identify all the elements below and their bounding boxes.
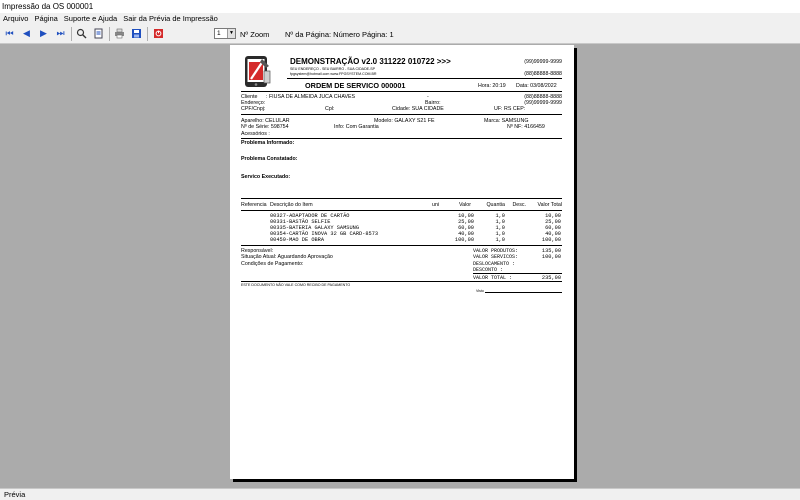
company-phone-2: (88)88888-8888 [524, 71, 562, 77]
company-phone-1: (99)99999-9999 [524, 59, 562, 65]
modelo-value: Modelo: GALAXY S21 FE [374, 118, 435, 124]
item-desc: 00459-MAO DE OBRA [270, 237, 325, 243]
prev-page-icon[interactable]: ◀ [20, 27, 33, 40]
info-value: Info: Com Garantia [334, 124, 379, 130]
cpl-label: Cpl: [325, 106, 335, 112]
problema-informado-label: Problema Informado: [241, 140, 295, 146]
divider [241, 245, 562, 246]
status-bar: Prévia [0, 488, 800, 500]
printer-icon[interactable] [113, 27, 126, 40]
menu-bar: Arquivo Página Suporte e Ajuda Sair da Prév… [0, 13, 800, 24]
condicoes-label: Condições de Pagamento: [241, 261, 304, 267]
signature-line [485, 292, 562, 293]
company-name: DEMONSTRAÇÃO v2.0 311222 010722 >>> [290, 57, 451, 66]
toolbar: ⏮ ◀ ▶ ⏭ 1 ▼ Nº Zoom Nº da Página: Número… [0, 24, 800, 44]
divider [241, 198, 562, 199]
last-page-icon[interactable]: ⏭ [54, 27, 67, 40]
status-text: Prévia [4, 490, 26, 499]
divider [473, 273, 562, 274]
window-title: Impressão da OS 000001 [0, 0, 800, 13]
uf-cep-value: UF: RS CEP: [494, 106, 526, 112]
item-total: 100,00 [541, 237, 561, 243]
acessorios-label: Acessórios : [241, 131, 270, 137]
col-descricao: Descrição do Item [270, 202, 313, 208]
menu-pagina[interactable]: Página [31, 14, 60, 23]
visto-label: Visto [476, 289, 484, 293]
divider [287, 78, 562, 79]
page-select-value: 1 [217, 30, 221, 37]
zoom-icon[interactable] [75, 27, 88, 40]
page-setup-icon[interactable] [92, 27, 105, 40]
total-label: VALOR SERVICOS: [473, 254, 519, 260]
report-page: DEMONSTRAÇÃO v2.0 311222 010722 >>> SEU … [230, 45, 574, 479]
company-address: SEU ENDEREÇO - SEU BAIRRO - SUA CIDADE-S… [290, 67, 376, 71]
cliente-phone-2: (99)99999-9999 [524, 100, 562, 106]
next-page-icon[interactable]: ▶ [37, 27, 50, 40]
cliente-value: : FIUSA DE ALMEIDA JUCA CHAVES [266, 94, 356, 100]
item-valor: 100,00 [454, 237, 474, 243]
save-icon[interactable] [130, 27, 143, 40]
cidade-value: Cidade: SUA CIDADE [392, 106, 444, 112]
close-preview-icon[interactable] [152, 27, 165, 40]
problema-constatado-label: Problema Constatado: [241, 156, 298, 162]
page-select[interactable]: 1 ▼ [214, 28, 236, 39]
os-hora: Hora: 20:19 [478, 83, 506, 89]
disclaimer: ESTE DOCUMENTO NÃO VALE COMO RECIBO DE P… [241, 283, 351, 287]
cpf-label: CPF/Cnpj: [241, 106, 266, 112]
divider [241, 138, 562, 139]
toolbar-separator [109, 27, 110, 41]
first-page-icon[interactable]: ⏮ [3, 27, 16, 40]
col-desc: Desc. [512, 202, 526, 208]
divider [241, 210, 562, 211]
nf-value: Nº NF: 4166459 [507, 124, 545, 130]
menu-suporte[interactable]: Suporte e Ajuda [61, 14, 120, 23]
menu-sair[interactable]: Sair da Prévia de Impressão [120, 14, 221, 23]
menu-arquivo[interactable]: Arquivo [0, 14, 31, 23]
col-valor-total: Valor Total [537, 202, 562, 208]
toolbar-separator [71, 27, 72, 41]
total-value: 100,00 [541, 254, 561, 260]
chevron-down-icon[interactable]: ▼ [227, 29, 235, 38]
situacao-value: Situação Atual: Aguardando Aprovação [241, 254, 333, 260]
divider [241, 114, 562, 115]
company-email: fpgsystem@hotmail.com www.FPGSYSTEM.COM.… [290, 72, 377, 76]
divider [241, 281, 562, 282]
serie-value: Nº de Série: 598754 [241, 124, 289, 130]
col-uni: uni [432, 202, 440, 208]
phone-logo-icon [242, 55, 273, 89]
toolbar-separator [147, 27, 148, 41]
col-quantia: Quantia [486, 202, 505, 208]
divider [241, 91, 562, 92]
col-referencia: Referencia [241, 202, 267, 208]
col-valor: Valor [459, 202, 471, 208]
item-qtd: 1,0 [495, 237, 505, 243]
zoom-label: Nº Zoom [240, 30, 270, 39]
page-info: Nº da Página: Número Página: 1 [285, 30, 394, 39]
os-data: Data: 03/08/2022 [516, 83, 557, 89]
os-title: ORDEM DE SERVICO 000001 [305, 81, 406, 90]
servico-executado-label: Servico Executado: [241, 174, 291, 180]
